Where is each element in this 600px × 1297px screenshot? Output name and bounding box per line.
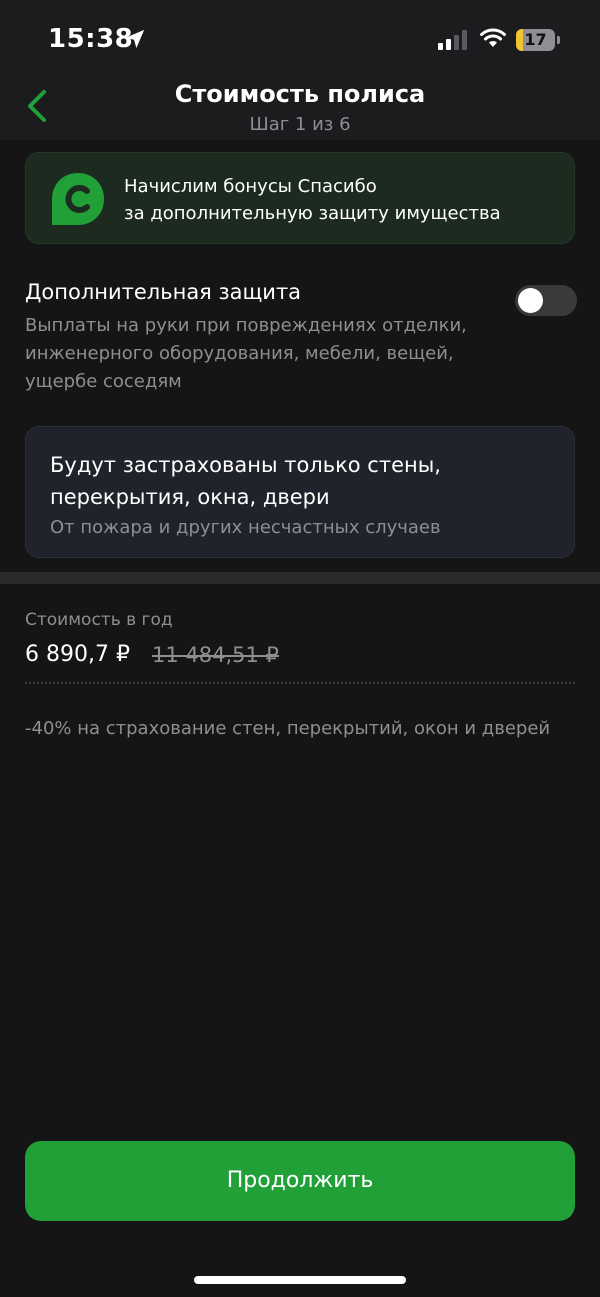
- coverage-title: Будут застрахованы только стены, перекры…: [50, 453, 441, 509]
- home-indicator[interactable]: [194, 1276, 406, 1284]
- battery-level: 17: [524, 30, 547, 49]
- bonus-line-1: Начислим бонусы Спасибо: [124, 176, 377, 197]
- discount-note: -40% на страхование стен, перекрытий, ок…: [25, 718, 551, 739]
- price-current: 6 890,7 ₽: [25, 642, 130, 667]
- additional-protection-toggle[interactable]: [515, 285, 577, 316]
- bonus-banner: Начислим бонусы Спасибо за дополнительну…: [25, 152, 575, 244]
- location-arrow-icon: [125, 29, 145, 49]
- status-time: 15:38: [48, 24, 134, 54]
- additional-protection-description: Выплаты на руки при повреждениях отделки…: [25, 315, 467, 392]
- battery-icon: 17: [516, 29, 560, 51]
- page-title: Стоимость полиса: [174, 80, 426, 108]
- toggle-knob: [518, 288, 543, 313]
- coverage-info-card: Будут застрахованы только стены, перекры…: [25, 426, 575, 558]
- price-label: Стоимость в год: [25, 610, 173, 630]
- spasibo-logo-icon: [52, 173, 104, 225]
- bonus-line-2: за дополнительную защиту имущества: [124, 203, 501, 224]
- screen: 15:38 17 Стоимость полиса Шаг 1 из 6 Нач…: [0, 0, 600, 1297]
- bonus-text: Начислим бонусы Спасибо за дополнительну…: [124, 173, 554, 227]
- section-divider: [0, 572, 600, 584]
- continue-button[interactable]: Продолжить: [25, 1141, 575, 1221]
- dotted-divider: [25, 682, 575, 684]
- nav-header: Стоимость полиса Шаг 1 из 6: [0, 80, 600, 140]
- cellular-signal-icon: [438, 30, 467, 50]
- wifi-icon: [480, 28, 506, 47]
- status-bar: 15:38 17: [0, 0, 600, 80]
- price-old: 11 484,51 ₽: [152, 643, 279, 667]
- step-indicator: Шаг 1 из 6: [249, 114, 351, 135]
- coverage-subtitle: От пожара и других несчастных случаев: [50, 517, 441, 538]
- additional-protection-title: Дополнительная защита: [25, 280, 302, 304]
